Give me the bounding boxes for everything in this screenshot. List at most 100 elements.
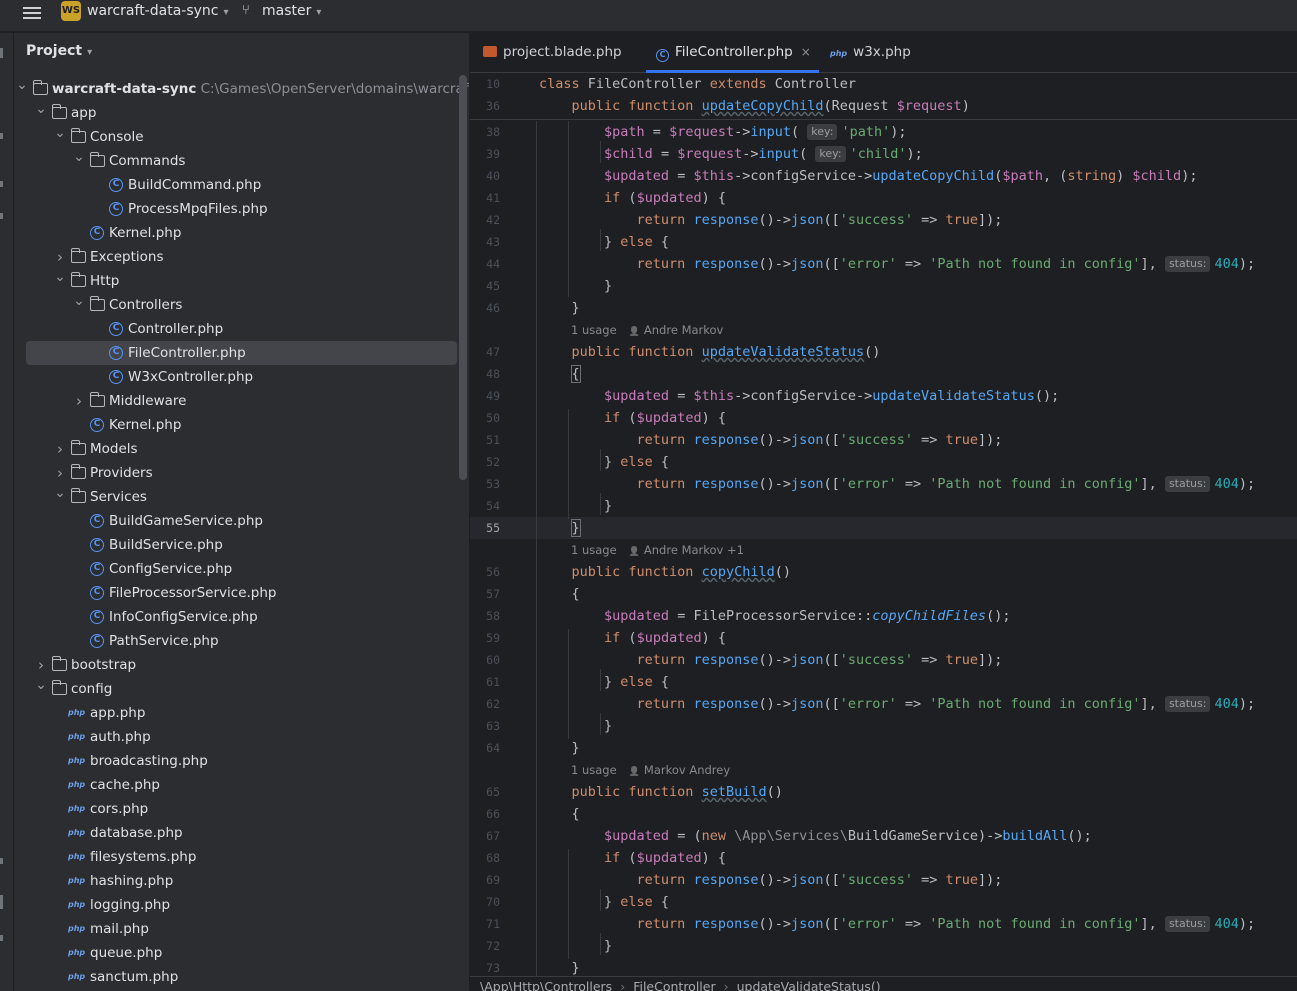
tree-item[interactable]: php database.php: [26, 821, 457, 845]
tree-item[interactable]: C InfoConfigService.php: [26, 605, 457, 629]
chevron-down-icon[interactable]: ⌄: [35, 673, 47, 697]
tree-item[interactable]: ⌄ config: [26, 677, 457, 701]
author-name[interactable]: Andre Markov: [644, 323, 723, 337]
tree-item[interactable]: php broadcasting.php: [26, 749, 457, 773]
tree-item[interactable]: php queue.php: [26, 941, 457, 965]
code-vision-hint[interactable]: 1 usage 👤 Andre Markov +1: [571, 539, 744, 561]
tree-item[interactable]: C FileProcessorService.php: [26, 581, 457, 605]
chevron-down-icon[interactable]: ⌄: [73, 289, 85, 313]
code-line-text: $child = $request->input( key:'child');: [604, 146, 923, 162]
php-class-icon: C: [90, 226, 104, 240]
code-line: 70 } else {: [470, 891, 1297, 913]
tree-item[interactable]: php cors.php: [26, 797, 457, 821]
tree-item[interactable]: C Kernel.php: [26, 413, 457, 437]
tree-scrollbar[interactable]: [459, 75, 467, 480]
tree-item[interactable]: C W3xController.php: [26, 365, 457, 389]
tree-item[interactable]: › bootstrap: [26, 653, 457, 677]
branch-switcher[interactable]: master ▾: [262, 3, 321, 19]
tree-item[interactable]: ⌄ warcraft-data-sync C:\Games\OpenServer\…: [16, 77, 469, 101]
usage-count[interactable]: 1 usage: [571, 323, 617, 337]
chevron-down-icon[interactable]: ⌄: [35, 97, 47, 121]
line-number: 56: [486, 565, 500, 579]
project-panel-header[interactable]: Project ▾: [26, 43, 92, 59]
line-number: 41: [486, 191, 500, 205]
folder-icon: [51, 104, 67, 119]
code-vision-hint[interactable]: 1 usage 👤 Markov Andrey: [571, 759, 730, 781]
tree-item[interactable]: php sanctum.php: [26, 965, 457, 989]
project-badge[interactable]: WS: [61, 1, 81, 21]
chevron-down-icon[interactable]: ⌄: [54, 265, 66, 289]
tree-item[interactable]: ⌄ Console: [26, 125, 457, 149]
tree-item[interactable]: ⌄ Http: [26, 269, 457, 293]
tree-item[interactable]: C Controller.php: [26, 317, 457, 341]
tree-item[interactable]: › Exceptions: [26, 245, 457, 269]
tree-item[interactable]: ⌄ Services: [26, 485, 457, 509]
tree-item[interactable]: C BuildService.php: [26, 533, 457, 557]
tree-item[interactable]: › Models: [26, 437, 457, 461]
tree-item[interactable]: php mail.php: [26, 917, 457, 941]
code-line: 39 $child = $request->input( key:'child'…: [470, 143, 1297, 165]
chevron-right-icon[interactable]: ›: [73, 389, 85, 413]
project-switcher[interactable]: warcraft-data-sync ▾: [87, 3, 229, 19]
tree-item[interactable]: C Kernel.php: [26, 221, 457, 245]
title-bar: WS warcraft-data-sync ▾ ⑂ master ▾: [0, 0, 1297, 32]
usage-count[interactable]: 1 usage: [571, 543, 617, 557]
tree-item[interactable]: C FileController.php: [26, 341, 457, 365]
tree-item[interactable]: C ProcessMpqFiles.php: [26, 197, 457, 221]
tree-item[interactable]: ⌄ Commands: [26, 149, 457, 173]
chevron-down-icon[interactable]: ⌄: [54, 481, 66, 505]
breadcrumb-item[interactable]: FileController: [633, 979, 715, 991]
editor-tab[interactable]: php w3x.php: [830, 33, 911, 73]
editor-tab[interactable]: project.blade.php: [483, 33, 622, 73]
toolwindow-icon[interactable]: [0, 895, 3, 909]
tree-item[interactable]: C BuildCommand.php: [26, 173, 457, 197]
close-icon[interactable]: ×: [801, 45, 811, 59]
tree-item[interactable]: ⌄ Controllers: [26, 293, 457, 317]
usage-count[interactable]: 1 usage: [571, 763, 617, 777]
line-number: 43: [486, 235, 500, 249]
code-line: 57 {: [470, 583, 1297, 605]
tree-item[interactable]: › Providers: [26, 461, 457, 485]
breadcrumb-item[interactable]: \App\Http\Controllers: [480, 979, 612, 991]
tree-item-label: Http: [90, 273, 120, 289]
chevron-down-icon[interactable]: ⌄: [16, 73, 28, 97]
toolwindow-icon[interactable]: [0, 935, 3, 941]
author-name[interactable]: Andre Markov +1: [644, 543, 744, 557]
tree-item-label: config: [71, 681, 113, 697]
tree-item[interactable]: php hashing.php: [26, 869, 457, 893]
chevron-down-icon[interactable]: ⌄: [73, 145, 85, 169]
code-area[interactable]: 10 class FileController extends Controlle…: [470, 73, 1297, 991]
chevron-right-icon[interactable]: ›: [54, 437, 66, 461]
toolwindow-icon[interactable]: [0, 133, 3, 139]
tree-item[interactable]: php filesystems.php: [26, 845, 457, 869]
tree-item[interactable]: C PathService.php: [26, 629, 457, 653]
line-number: 52: [486, 455, 500, 469]
code-line-text: }: [539, 300, 580, 316]
tree-item[interactable]: C BuildGameService.php: [26, 509, 457, 533]
tree-item[interactable]: php auth.php: [26, 725, 457, 749]
git-branch-icon: ⑂: [242, 3, 250, 18]
tree-item[interactable]: php cache.php: [26, 773, 457, 797]
indent-guide: [568, 409, 569, 519]
chevron-down-icon[interactable]: ⌄: [54, 121, 66, 145]
toolwindow-icon[interactable]: [0, 858, 3, 864]
tree-item[interactable]: ⌄ app: [26, 101, 457, 125]
code-line-text: public function updateValidateStatus(): [571, 344, 881, 360]
tree-item[interactable]: C ConfigService.php: [26, 557, 457, 581]
main-menu-icon[interactable]: [23, 4, 41, 20]
tree-item[interactable]: php app.php: [26, 701, 457, 725]
code-vision-hint[interactable]: 1 usage 👤 Andre Markov: [571, 319, 723, 341]
editor-tab[interactable]: C FileController.php ×: [646, 33, 819, 73]
toolwindow-icon[interactable]: [0, 213, 3, 219]
tree-item[interactable]: › Middleware: [26, 389, 457, 413]
folder-icon: [70, 272, 86, 287]
tree-item[interactable]: php logging.php: [26, 893, 457, 917]
toolwindow-icon[interactable]: [0, 181, 3, 187]
author-name[interactable]: Markov Andrey: [644, 763, 730, 777]
project-toolwindow-icon[interactable]: [0, 48, 3, 58]
code-line-text: } else {: [539, 894, 670, 910]
breadcrumb-item[interactable]: updateValidateStatus(): [737, 979, 881, 991]
user-icon: 👤: [628, 547, 640, 557]
line-number: 72: [486, 939, 500, 953]
editor-tabs: project.blade.php C FileController.php × php…: [470, 33, 1297, 73]
